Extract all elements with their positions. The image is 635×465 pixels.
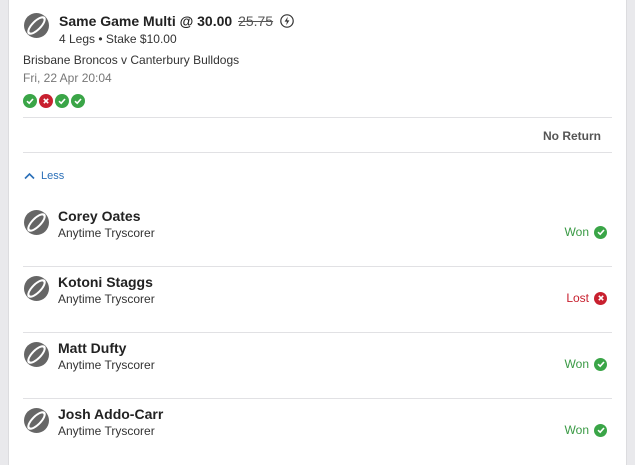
leg-status-dots [23, 94, 85, 108]
check-circle-icon [594, 423, 607, 437]
match-name: Brisbane Broncos v Canterbury Bulldogs [23, 53, 240, 67]
bet-card: Same Game Multi @ 30.00 25.75 4 Legs • S… [8, 0, 627, 465]
legs-stake-summary: 4 Legs • Stake $10.00 [59, 32, 177, 46]
bet-title: Same Game Multi @ 30.00 25.75 [59, 13, 294, 29]
return-status: No Return [543, 129, 601, 143]
chevron-up-icon [24, 172, 35, 180]
leg-result: Won [565, 423, 607, 437]
leg-market: Anytime Tryscorer [58, 358, 155, 372]
previous-odds: 25.75 [238, 13, 274, 29]
leg-row: Corey Oates Anytime Tryscorer Won [23, 201, 612, 267]
leg-row: Kotoni Staggs Anytime Tryscorer Lost [23, 267, 612, 333]
leg-result: Won [565, 357, 607, 371]
rugby-ball-icon [23, 341, 50, 368]
rugby-ball-icon [23, 209, 50, 236]
rugby-ball-icon [23, 275, 50, 302]
divider [23, 152, 612, 153]
match-date: Fri, 22 Apr 20:04 [23, 71, 112, 85]
cross-circle-icon [594, 291, 607, 305]
leg-result-label: Won [564, 225, 589, 239]
toggle-less-button[interactable]: Less [24, 170, 64, 182]
check-circle-icon [594, 357, 607, 371]
leg-market: Anytime Tryscorer [58, 292, 155, 306]
leg-result-label: Lost [566, 291, 589, 305]
check-circle-icon [71, 94, 85, 108]
rugby-ball-icon [23, 407, 50, 434]
check-circle-icon [23, 94, 37, 108]
toggle-less-label: Less [41, 170, 65, 182]
leg-result: Won [565, 225, 607, 239]
lightning-icon [280, 14, 294, 28]
cross-circle-icon [39, 94, 53, 108]
leg-market: Anytime Tryscorer [58, 226, 155, 240]
leg-selection-name: Josh Addo-Carr [58, 406, 164, 422]
leg-selection-name: Corey Oates [58, 208, 141, 224]
leg-selection-name: Kotoni Staggs [58, 274, 153, 290]
leg-selection-name: Matt Dufty [58, 340, 127, 356]
rugby-ball-icon [23, 12, 50, 39]
bet-title-text: Same Game Multi @ 30.00 [59, 13, 233, 29]
leg-result-label: Won [564, 423, 589, 437]
leg-result-label: Won [564, 357, 589, 371]
check-circle-icon [594, 225, 607, 239]
leg-row: Josh Addo-Carr Anytime Tryscorer Won [23, 399, 612, 465]
leg-market: Anytime Tryscorer [58, 424, 155, 438]
leg-result: Lost [566, 291, 607, 305]
leg-row: Matt Dufty Anytime Tryscorer Won [23, 333, 612, 399]
check-circle-icon [55, 94, 69, 108]
divider [23, 117, 612, 118]
